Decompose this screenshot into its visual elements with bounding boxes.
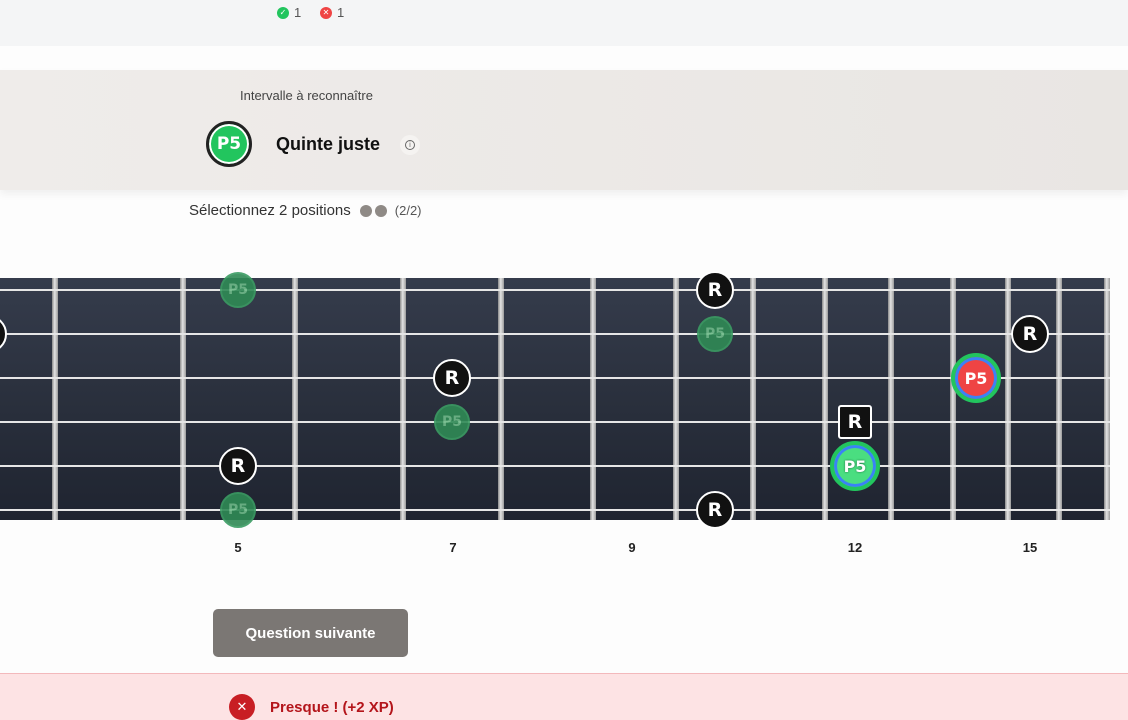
interval-name: Quinte juste [276,134,381,154]
selection-dot [359,204,372,217]
fret-wire [1005,278,1011,520]
fret-wire [673,278,679,520]
string-6 [0,509,1110,511]
selection-count: (2/2) [394,203,422,218]
fret-wire [590,278,596,520]
fret-wire [750,278,756,520]
fret-wire [888,278,894,520]
incorrect-score: ✕ 1 [320,5,344,20]
incorrect-count: 1 [337,5,345,20]
interval-hint-marker[interactable]: P5 [220,492,256,528]
root-marker[interactable]: R [0,315,7,353]
interval-prompt-label: Intervalle à reconnaître [240,88,373,103]
selection-indicator [359,204,387,217]
fret-number-5: 5 [234,540,242,555]
selection-dot [374,204,387,217]
info-button[interactable]: i [400,135,420,155]
wrong-answer-marker[interactable]: P5 [951,353,1001,403]
interval-hint-marker[interactable]: P5 [697,316,733,352]
fret-wire [292,278,298,520]
fret-wire [400,278,406,520]
x-circle-icon: ✕ [320,6,332,19]
fret-number-9: 9 [628,540,636,555]
fret-wire [180,278,186,520]
root-marker[interactable]: R [1011,315,1049,353]
fretboard[interactable]: R P5 R P5 R P5 R P5 R R P5 R P5 [0,271,1110,529]
string-1 [0,289,1110,291]
root-marker[interactable]: R [433,359,471,397]
fret-wire [950,278,956,520]
root-marker[interactable]: R [696,491,734,529]
correct-count: 1 [294,5,302,20]
fret-wire [498,278,504,520]
interval-hint-marker[interactable]: P5 [220,272,256,308]
root-marker[interactable]: R [696,271,734,309]
string-3 [0,377,1110,379]
interval-panel: Intervalle à reconnaître P5 Quinte juste… [0,70,1128,190]
info-icon: i [405,140,415,150]
string-4 [0,421,1110,423]
root-marker[interactable]: R [219,447,257,485]
string-2 [0,333,1110,335]
fret-number-7: 7 [449,540,457,555]
selection-instruction: Sélectionnez 2 positions (2/2) [189,202,422,219]
instruction-text: Sélectionnez 2 positions [189,202,351,219]
fret-number-15: 15 [1022,540,1038,555]
interval-hint-marker[interactable]: P5 [434,404,470,440]
interval-badge: P5 [206,121,252,167]
feedback-banner: ✕ Presque ! (+2 XP) [0,673,1128,720]
fret-number-12: 12 [847,540,863,555]
fret-wire [1104,278,1110,520]
x-icon: ✕ [229,694,255,720]
check-circle-icon: ✓ [277,6,289,19]
fret-wire [1056,278,1062,520]
fret-wire [822,278,828,520]
next-question-button[interactable]: Question suivante [213,609,408,657]
score-bar: ✓ 1 ✕ 1 [0,0,1128,46]
correct-score: ✓ 1 [277,5,301,20]
string-5 [0,465,1110,467]
feedback-message: Presque ! (+2 XP) [270,699,394,716]
fret-wire [52,278,58,520]
selected-root-marker[interactable]: R [838,405,872,439]
correct-answer-marker[interactable]: P5 [830,441,880,491]
